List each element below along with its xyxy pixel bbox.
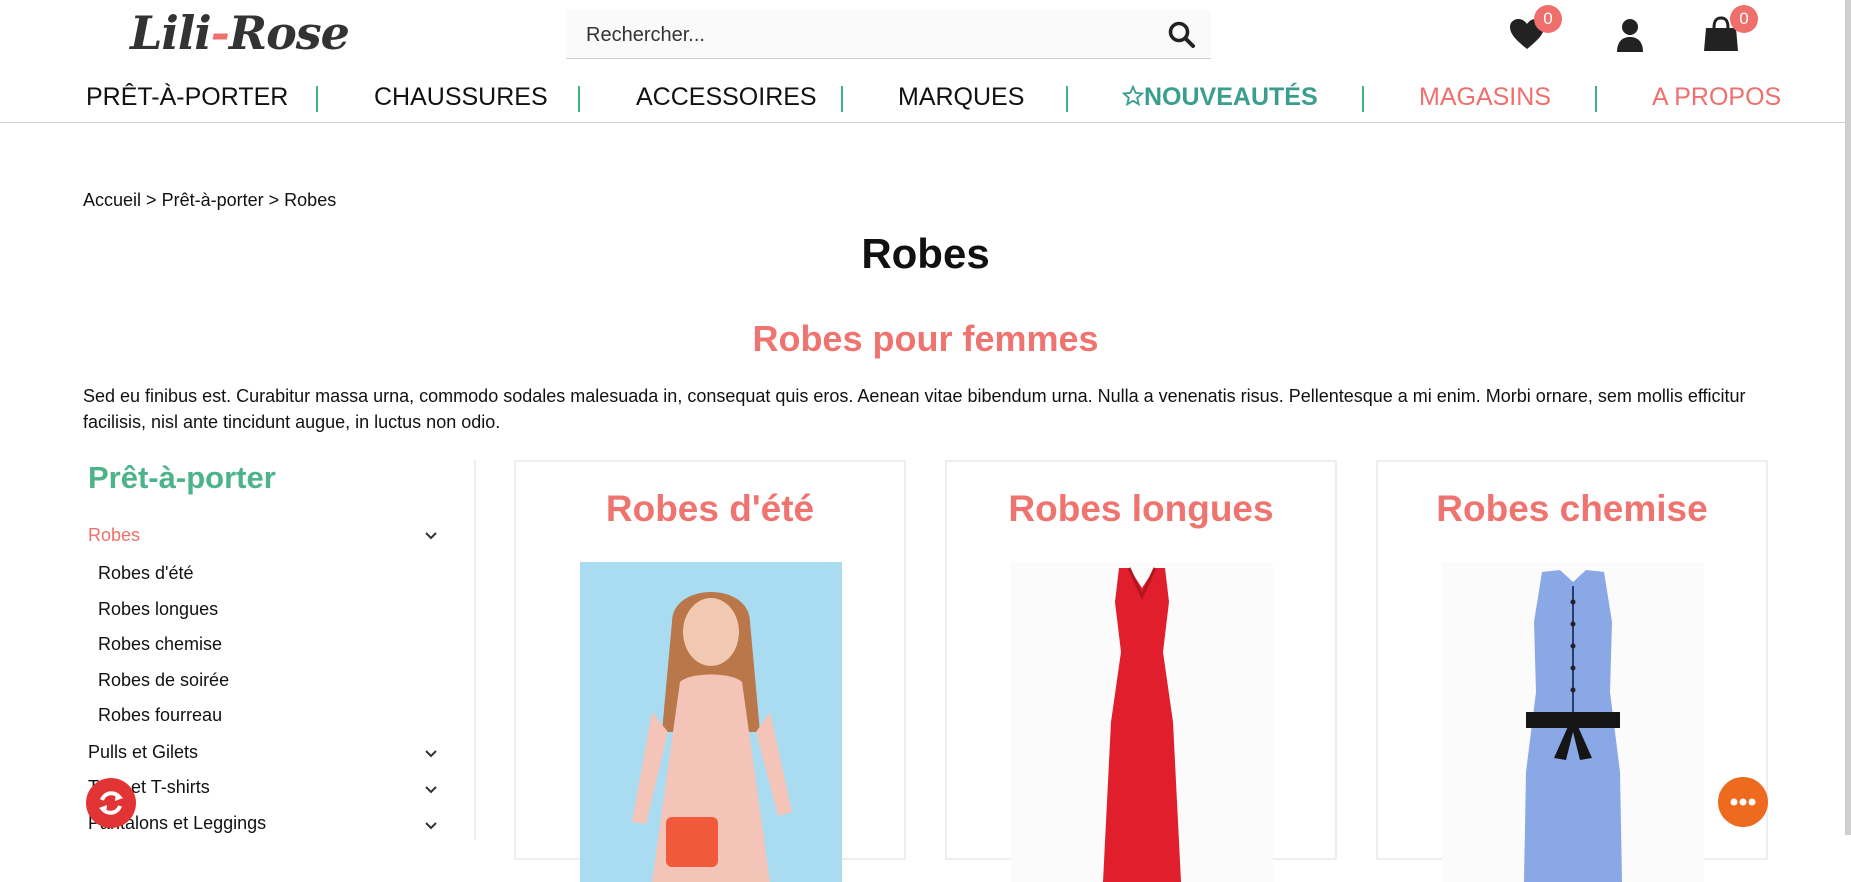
breadcrumb-current: Robes <box>284 190 337 210</box>
page-subtitle: Robes pour femmes <box>752 318 1099 359</box>
page-scrollbar[interactable] <box>1845 0 1851 835</box>
breadcrumb-separator: > <box>146 190 157 210</box>
nav-item-pret-a-porter[interactable]: PRÊT-À-PORTER <box>86 82 288 112</box>
sidebar-category-robes[interactable]: Robes <box>88 525 140 546</box>
sidebar-category-pulls-gilets[interactable]: Pulls et Gilets <box>88 742 198 763</box>
logo-text-dash: - <box>210 6 230 60</box>
wishlist-count-badge: 0 <box>1534 5 1562 33</box>
chat-menu-button[interactable] <box>1718 777 1768 827</box>
star-icon <box>1121 84 1145 107</box>
chevron-down-icon[interactable] <box>424 821 438 831</box>
nav-item-a-propos[interactable]: A PROPOS <box>1652 82 1781 112</box>
sidebar-subitem-robes-ete[interactable]: Robes d'été <box>98 563 194 584</box>
nav-separator <box>841 86 843 112</box>
category-card-robes-chemise[interactable]: Robes chemise <box>1376 460 1768 882</box>
sidebar-subitem-robes-longues[interactable]: Robes longues <box>98 599 218 620</box>
card-image-long-dress <box>1011 562 1273 882</box>
card-image-shirt-dress <box>1442 562 1704 882</box>
category-card-robes-ete[interactable]: Robes d'été <box>514 460 906 882</box>
search-input[interactable] <box>584 20 1148 50</box>
refresh-button[interactable] <box>86 778 136 828</box>
chevron-down-icon[interactable] <box>424 749 438 759</box>
user-icon <box>1617 19 1643 52</box>
nav-item-nouveautes[interactable]: NOUVEAUTÉS <box>1121 82 1318 112</box>
account-button[interactable] <box>1610 14 1650 54</box>
nav-item-accessoires[interactable]: ACCESSOIRES <box>636 82 817 112</box>
logo[interactable]: Lili-Rose <box>130 0 350 66</box>
nav-separator <box>1362 86 1364 112</box>
nav-item-chaussures[interactable]: CHAUSSURES <box>374 82 548 112</box>
search-bar <box>566 10 1211 59</box>
chevron-down-icon[interactable] <box>424 531 438 541</box>
search-icon <box>1168 21 1195 48</box>
sidebar-subitem-robes-fourreau[interactable]: Robes fourreau <box>98 705 222 726</box>
sidebar-title: Prêt-à-porter <box>88 460 276 495</box>
more-dots-icon <box>1730 798 1756 806</box>
card-title: Robes chemise <box>1436 488 1708 529</box>
wishlist-button[interactable]: 0 <box>1508 5 1562 54</box>
nav-separator <box>578 86 580 112</box>
nav-item-nouveautes-label: NOUVEAUTÉS <box>1144 83 1318 111</box>
nav-separator <box>316 86 318 112</box>
breadcrumb: Accueil > Prêt-à-porter > Robes <box>83 190 336 211</box>
main-nav: PRÊT-À-PORTER CHAUSSURES ACCESSOIRES MAR… <box>0 70 1851 123</box>
nav-item-marques[interactable]: MARQUES <box>898 82 1024 112</box>
refresh-icon <box>99 791 123 815</box>
search-button[interactable] <box>1167 20 1197 50</box>
logo-text-left: Lili <box>130 6 212 60</box>
breadcrumb-home[interactable]: Accueil <box>83 190 141 210</box>
card-image-summer-dress <box>580 562 842 882</box>
nav-separator <box>1066 86 1068 112</box>
page-description: Sed eu finibus est. Curabitur massa urna… <box>83 386 1746 432</box>
sidebar-divider <box>474 460 476 840</box>
logo-text-right: Rose <box>228 6 350 60</box>
nav-item-magasins[interactable]: MAGASINS <box>1419 82 1551 112</box>
card-title: Robes d'été <box>605 488 815 529</box>
breadcrumb-parent[interactable]: Prêt-à-porter <box>162 190 264 210</box>
nav-separator <box>1595 86 1597 112</box>
cart-button[interactable]: 0 <box>1702 5 1758 54</box>
sidebar-subitem-robes-chemise[interactable]: Robes chemise <box>98 634 222 655</box>
page-title: Robes <box>861 230 990 277</box>
cart-count-badge: 0 <box>1730 5 1758 33</box>
chevron-down-icon[interactable] <box>424 785 438 795</box>
sidebar-subitem-robes-soiree[interactable]: Robes de soirée <box>98 670 229 691</box>
card-title: Robes longues <box>1008 488 1274 529</box>
breadcrumb-separator: > <box>268 190 280 210</box>
category-card-robes-longues[interactable]: Robes longues <box>945 460 1337 882</box>
